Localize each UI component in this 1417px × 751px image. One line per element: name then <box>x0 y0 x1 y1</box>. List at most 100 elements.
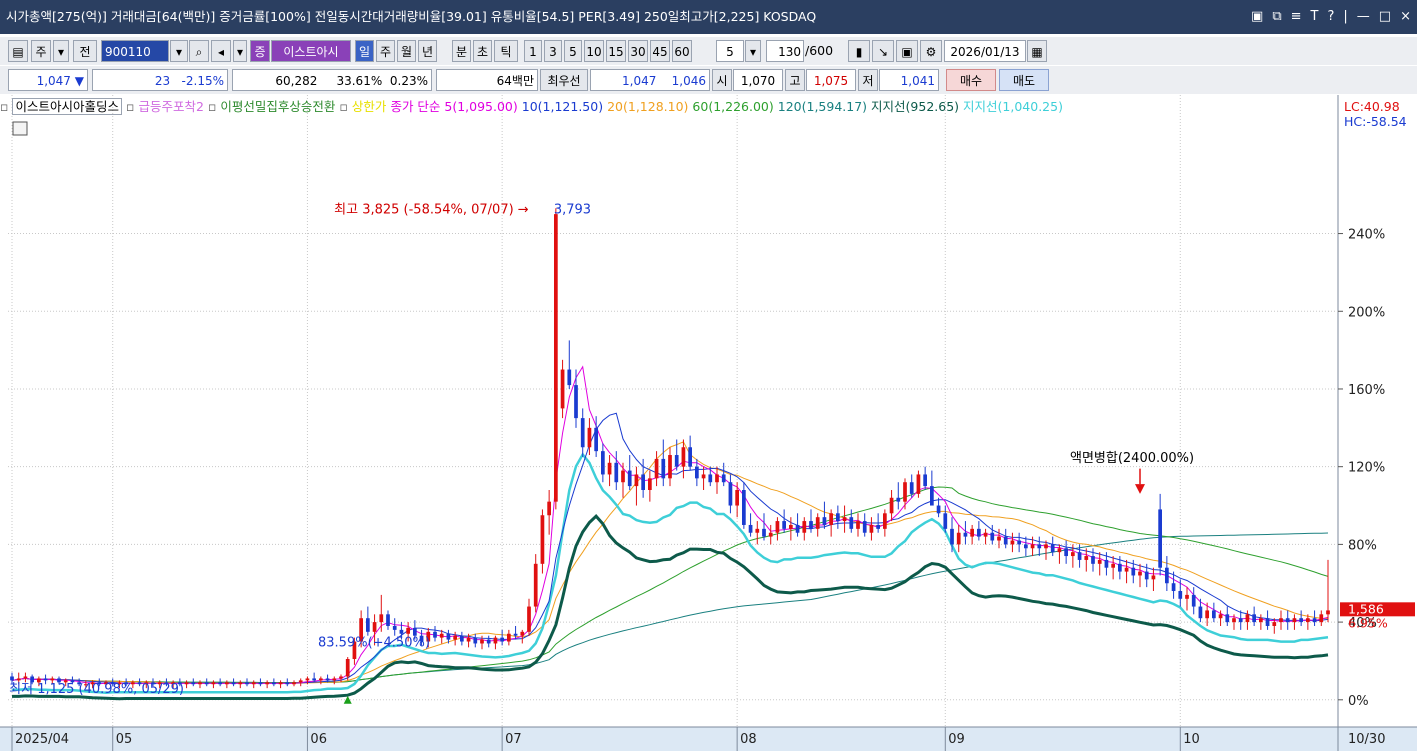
y-axis-panel <box>1338 95 1417 727</box>
buy-button[interactable]: 매수 <box>946 69 996 91</box>
candle-body <box>923 474 927 487</box>
legend-toggle-icon[interactable]: ▫ <box>0 99 8 114</box>
turnover: 33.61% <box>336 74 383 88</box>
candle-body <box>191 682 196 685</box>
candle-body <box>950 528 954 545</box>
stock-badge: 증 <box>250 40 270 62</box>
screen-menu-icon[interactable]: ▤ <box>8 40 28 62</box>
candle-body <box>379 614 384 623</box>
candle-body <box>802 521 807 533</box>
period-day[interactable]: 일 <box>355 40 374 62</box>
candle-body <box>721 474 726 483</box>
legend-toggle-icon[interactable]: ▫ <box>126 99 134 114</box>
period-month[interactable]: 월 <box>397 40 416 62</box>
candle-body <box>225 682 229 685</box>
legend-toggle-icon[interactable]: ▫ <box>339 99 347 114</box>
interval-input[interactable]: 5 <box>716 40 744 62</box>
close-icon[interactable]: × <box>1400 0 1411 34</box>
sound-icon[interactable]: ◂ <box>211 40 231 62</box>
candle-body <box>574 385 578 419</box>
save-icon[interactable]: ▣ <box>896 40 918 62</box>
min-15[interactable]: 15 <box>606 40 626 62</box>
legend-item[interactable]: 종가 단순 5(1,095.00) <box>390 99 517 114</box>
candle-body <box>1144 571 1149 580</box>
min-5[interactable]: 5 <box>564 40 582 62</box>
candle-body <box>513 633 518 636</box>
line-type-icon[interactable]: ↘ <box>872 40 894 62</box>
restore-icon[interactable]: ⧉ <box>1272 0 1281 34</box>
date-input[interactable]: 2026/01/13 <box>944 40 1026 62</box>
period-year[interactable]: 년 <box>418 40 437 62</box>
best-price-field: 1,047 1,046 <box>590 69 710 91</box>
legend-item[interactable]: 120(1,594.17) <box>778 99 867 114</box>
candle-body <box>1259 618 1263 623</box>
candle-body <box>641 474 645 490</box>
calendar-icon[interactable]: ▦ <box>1027 40 1047 62</box>
min-10[interactable]: 10 <box>584 40 604 62</box>
code-input[interactable]: 900110 <box>101 40 169 62</box>
min-1[interactable]: 1 <box>524 40 542 62</box>
interval-dropdown-icon[interactable]: ▾ <box>745 40 761 62</box>
sell-button[interactable]: 매도 <box>999 69 1049 91</box>
candle-body <box>1024 544 1028 549</box>
legend-item[interactable]: 10(1,121.50) <box>522 99 603 114</box>
candle-body <box>439 633 444 638</box>
x-tick-label: 2025/04 <box>15 732 69 747</box>
market-select[interactable]: 주 <box>31 40 51 62</box>
count-input[interactable]: 130 <box>766 40 804 62</box>
candle-body <box>936 505 941 514</box>
minimize-icon[interactable]: — <box>1357 0 1370 34</box>
candle-body <box>648 478 652 490</box>
candle-body <box>594 427 598 452</box>
legend-item[interactable]: 상한가 <box>352 99 387 114</box>
min-3[interactable]: 3 <box>544 40 562 62</box>
candle-body <box>930 486 934 506</box>
candle-body <box>943 513 948 529</box>
min-60[interactable]: 60 <box>672 40 692 62</box>
font-icon[interactable]: T <box>1311 0 1319 34</box>
legend-item[interactable]: 지지선(1,040.25) <box>963 99 1063 114</box>
min-30[interactable]: 30 <box>628 40 648 62</box>
legend-toggle-icon[interactable]: ▫ <box>208 99 216 114</box>
period-tick[interactable]: 틱 <box>494 40 518 62</box>
period-week[interactable]: 주 <box>376 40 395 62</box>
x-tick-label: 07 <box>505 732 522 747</box>
layout-icon[interactable]: ▣ <box>1251 0 1263 34</box>
legend-item[interactable]: 60(1,226.00) <box>692 99 773 114</box>
help-icon[interactable]: ? <box>1328 0 1335 34</box>
candle-body <box>715 474 719 483</box>
min-45[interactable]: 45 <box>650 40 670 62</box>
gear-icon[interactable]: ⚙ <box>920 40 942 62</box>
search-icon[interactable]: ⌕ <box>189 40 209 62</box>
candle-body <box>554 214 558 502</box>
menu-icon[interactable]: ≡ <box>1291 0 1302 34</box>
candle-type-icon[interactable]: ▮ <box>848 40 870 62</box>
candle-body <box>607 462 612 475</box>
candle-body <box>10 676 14 681</box>
table-toggle-icon[interactable] <box>12 121 28 136</box>
prev-button[interactable]: 전 <box>73 40 97 62</box>
legend-item[interactable]: 이평선밀집후상승전환 <box>220 99 335 114</box>
candle-body <box>446 633 451 640</box>
period-minute[interactable]: 분 <box>452 40 471 62</box>
legend-item[interactable]: 급등주포착2 <box>138 99 203 114</box>
code-dropdown-icon[interactable]: ▾ <box>170 40 188 62</box>
legend-item[interactable]: 이스트아시아홀딩스 <box>12 98 122 115</box>
candle-body <box>184 682 189 685</box>
maximize-icon[interactable]: □ <box>1379 0 1391 34</box>
price-chart[interactable]: 0%40%80%120%160%200%240%2025/04 05 06 07 08 0… <box>0 95 1417 751</box>
candle-body <box>876 524 880 529</box>
stock-name[interactable]: 이스트아시 <box>271 40 351 62</box>
candle-body <box>1064 548 1068 557</box>
quote-bar: 1,047 ▼ 23 -2.15% 60,282 33.61% 0.23% 64… <box>0 66 1417 94</box>
sound-dropdown-icon[interactable]: ▾ <box>233 40 247 62</box>
legend-item[interactable]: 지지선(952.65) <box>871 99 959 114</box>
best-ask: 1,047 <box>622 74 657 88</box>
candle-body <box>386 614 390 626</box>
candle-body <box>198 682 202 685</box>
candle-body <box>1218 614 1223 619</box>
candle-body <box>627 470 632 487</box>
legend-item[interactable]: 20(1,128.10) <box>607 99 688 114</box>
period-second[interactable]: 초 <box>473 40 492 62</box>
market-dropdown-icon[interactable]: ▾ <box>53 40 69 62</box>
